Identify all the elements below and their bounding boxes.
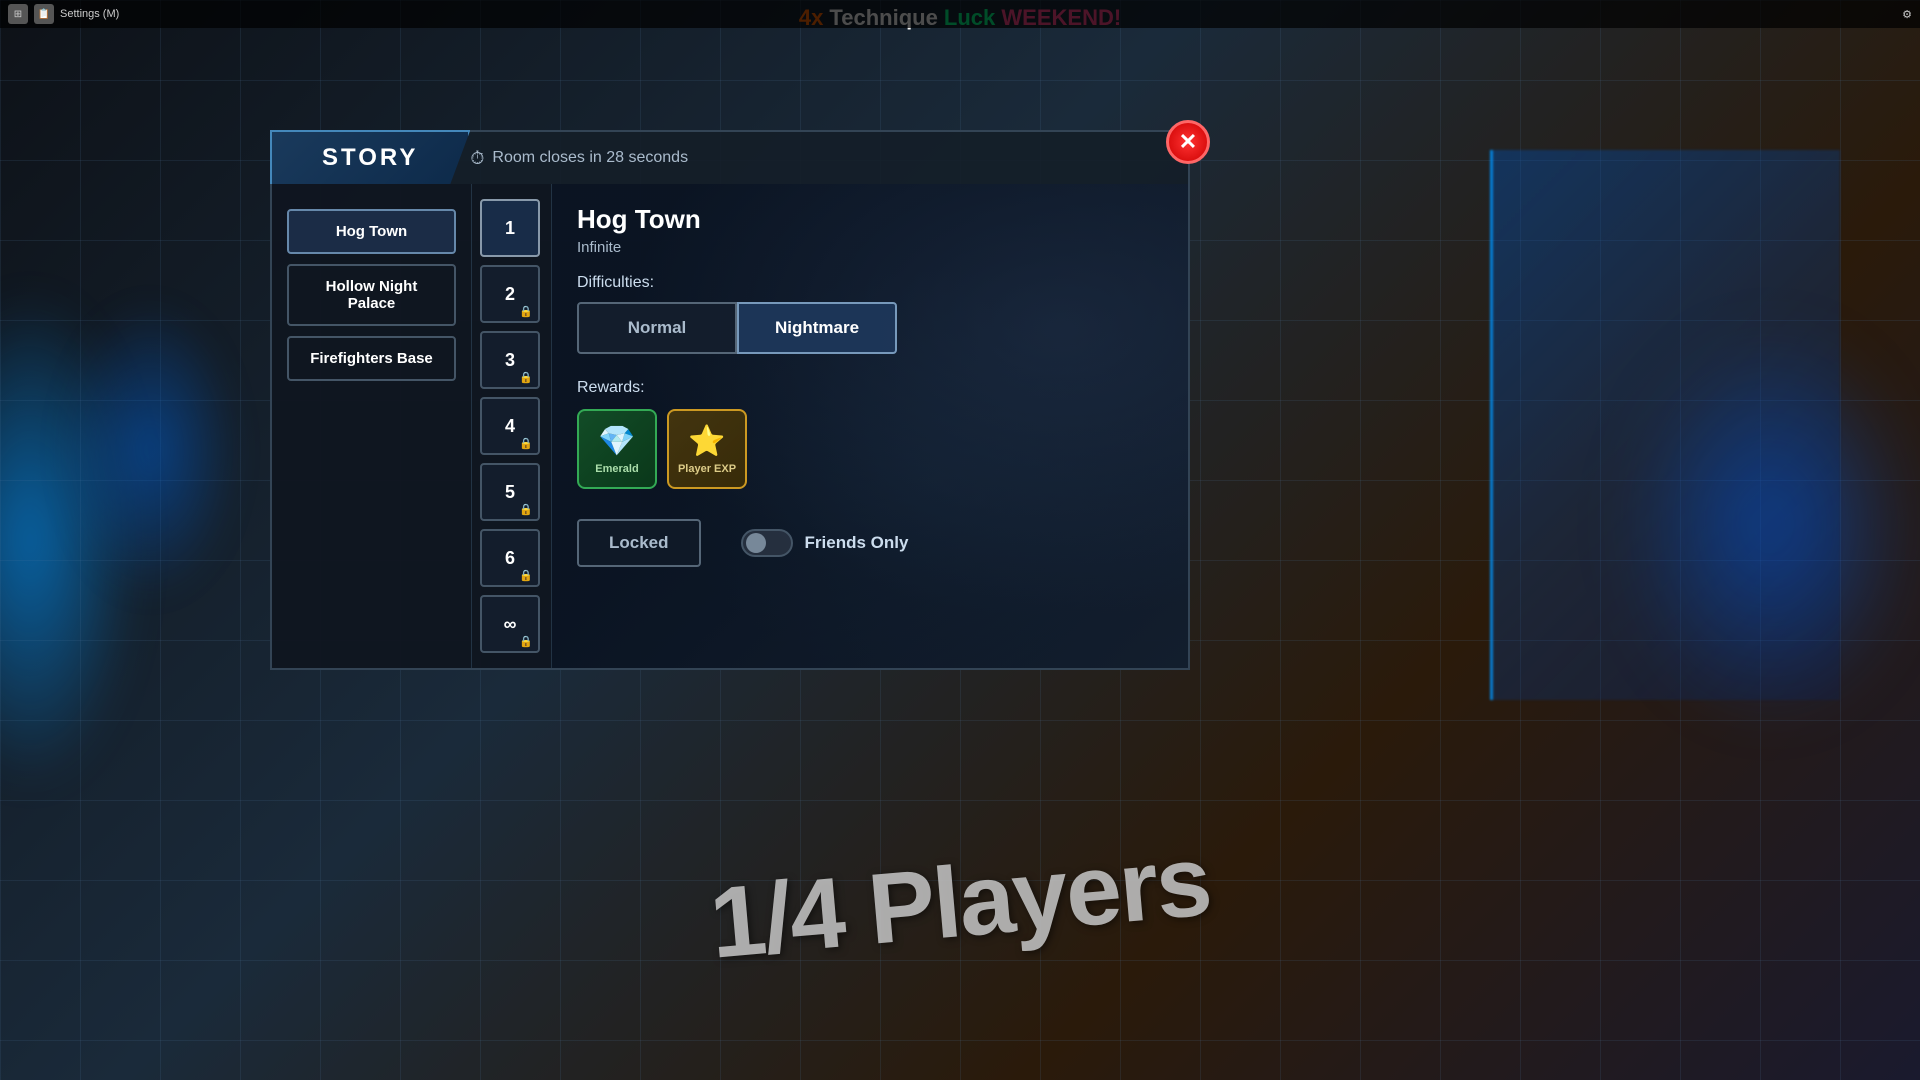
level-lock-2: 🔒 xyxy=(519,305,533,318)
os-right-icon: ⚙ xyxy=(1902,8,1912,21)
location-list: Hog Town Hollow Night Palace Firefighter… xyxy=(272,184,472,668)
level-num-1: 1 xyxy=(505,218,515,239)
detail-subtitle: Infinite xyxy=(577,239,1163,256)
bottom-row: Locked Friends Only xyxy=(577,519,1163,567)
modal-header: STORY ⏱ Room closes in 28 seconds ✕ xyxy=(270,130,1190,184)
difficulty-buttons: Normal Nightmare xyxy=(577,302,897,354)
story-tab[interactable]: STORY xyxy=(270,130,470,184)
timer-text: Room closes in 28 seconds xyxy=(492,149,688,167)
emerald-label: Emerald xyxy=(595,463,638,475)
level-lock-inf: 🔒 xyxy=(519,635,533,648)
os-taskbar: ⊞ 📋 Settings (M) ⚙ xyxy=(0,0,1920,28)
difficulty-normal-btn[interactable]: Normal xyxy=(577,302,737,354)
difficulties-label: Difficulties: xyxy=(577,274,1163,292)
detail-content: Hog Town Infinite Difficulties: Normal N… xyxy=(577,204,1163,567)
friends-only-toggle[interactable] xyxy=(741,529,793,557)
difficulty-nightmare-btn[interactable]: Nightmare xyxy=(737,302,897,354)
level-num-3: 3 xyxy=(505,350,515,371)
level-btn-3[interactable]: 3 🔒 xyxy=(480,331,540,389)
story-modal: STORY ⏱ Room closes in 28 seconds ✕ Hog … xyxy=(270,130,1190,670)
level-lock-3: 🔒 xyxy=(519,371,533,384)
location-btn-firefighters[interactable]: Firefighters Base xyxy=(287,336,456,381)
emerald-icon: 💎 xyxy=(598,424,635,459)
level-num-6: 6 xyxy=(505,548,515,569)
reward-player-exp: ⭐ Player EXP xyxy=(667,409,747,489)
level-num-inf: ∞ xyxy=(504,614,517,635)
rewards-label: Rewards: xyxy=(577,379,1163,397)
player-exp-icon: ⭐ xyxy=(688,424,725,459)
friends-only-label: Friends Only xyxy=(805,533,909,553)
level-btn-inf[interactable]: ∞ 🔒 xyxy=(480,595,540,653)
detail-panel: Hog Town Infinite Difficulties: Normal N… xyxy=(552,184,1188,668)
location-btn-hollow-night[interactable]: Hollow Night Palace xyxy=(287,264,456,326)
level-list: 1 2 🔒 3 🔒 4 🔒 5 🔒 6 🔒 ∞ xyxy=(472,184,552,668)
os-icon-1: ⊞ xyxy=(8,4,28,24)
level-btn-2[interactable]: 2 🔒 xyxy=(480,265,540,323)
os-icon-2: 📋 xyxy=(34,4,54,24)
level-lock-6: 🔒 xyxy=(519,569,533,582)
level-btn-4[interactable]: 4 🔒 xyxy=(480,397,540,455)
level-btn-1[interactable]: 1 xyxy=(480,199,540,257)
friends-toggle-container: Friends Only xyxy=(741,529,909,557)
location-btn-hog-town[interactable]: Hog Town xyxy=(287,209,456,254)
level-btn-5[interactable]: 5 🔒 xyxy=(480,463,540,521)
story-tab-label: STORY xyxy=(322,144,418,171)
clock-icon: ⏱ xyxy=(470,148,484,169)
os-right-area: ⚙ xyxy=(1902,8,1912,21)
neon-right-panel xyxy=(1490,150,1840,700)
level-num-5: 5 xyxy=(505,482,515,503)
os-settings-label: Settings (M) xyxy=(60,8,119,20)
detail-title: Hog Town xyxy=(577,204,1163,235)
timer-bar: ⏱ Room closes in 28 seconds xyxy=(450,130,1190,184)
neon-left-glow xyxy=(60,300,240,600)
level-btn-6[interactable]: 6 🔒 xyxy=(480,529,540,587)
level-lock-5: 🔒 xyxy=(519,503,533,516)
reward-emerald: 💎 Emerald xyxy=(577,409,657,489)
level-lock-4: 🔒 xyxy=(519,437,533,450)
close-button[interactable]: ✕ xyxy=(1166,120,1210,164)
toggle-knob xyxy=(746,533,766,553)
rewards-row: 💎 Emerald ⭐ Player EXP xyxy=(577,409,1163,489)
level-num-2: 2 xyxy=(505,284,515,305)
player-exp-label: Player EXP xyxy=(678,463,736,475)
locked-button[interactable]: Locked xyxy=(577,519,701,567)
level-num-4: 4 xyxy=(505,416,515,437)
modal-body: Hog Town Hollow Night Palace Firefighter… xyxy=(270,184,1190,670)
